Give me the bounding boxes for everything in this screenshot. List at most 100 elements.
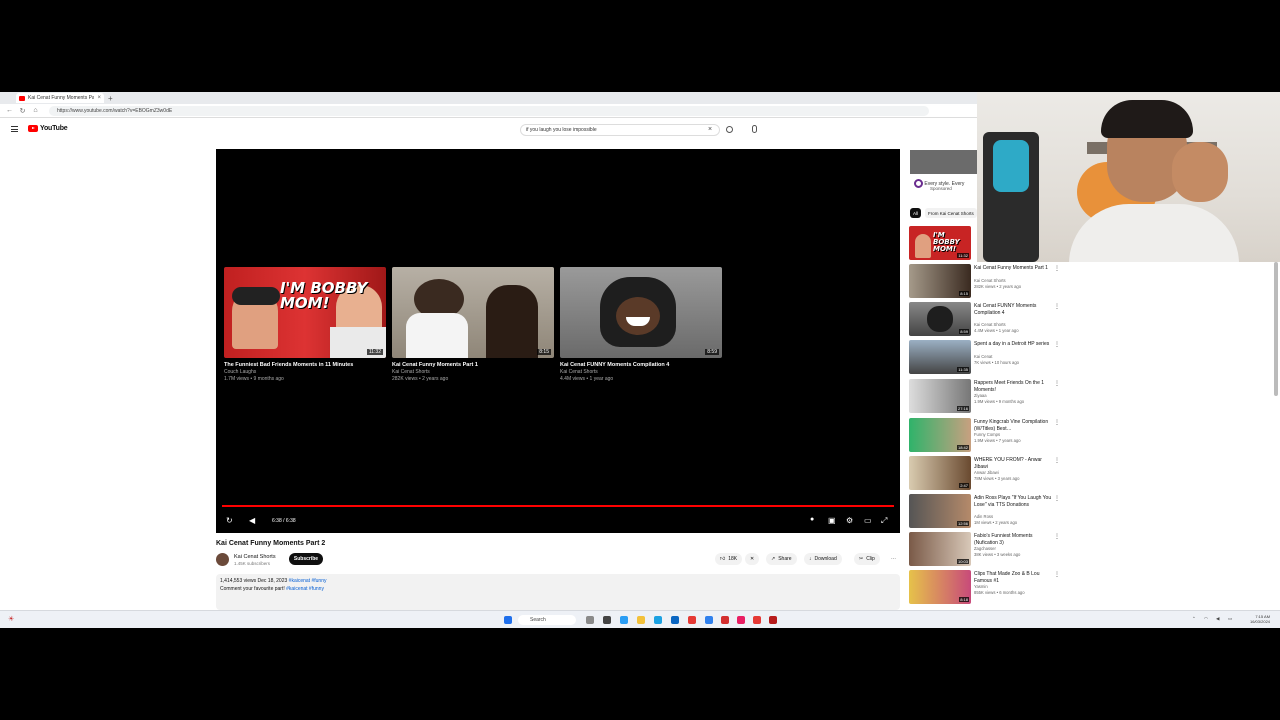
endscreen-meta: 1.7M views • 9 months ago xyxy=(224,376,284,382)
volume-icon[interactable]: ◀ xyxy=(249,516,255,525)
like-button[interactable]: 👍︎ 18K xyxy=(715,553,743,565)
tray-chevron-icon[interactable]: ⌃ xyxy=(1192,616,1196,622)
recommended-video[interactable]: 11:35 Spent a day in a Detroit HP series… xyxy=(909,340,1069,374)
browser-tab[interactable]: Kai Cenat Funny Moments Pa × xyxy=(16,93,104,103)
hashtags[interactable]: #kaicenat #funny xyxy=(286,586,324,592)
share-button[interactable]: ↗ Share xyxy=(766,553,797,565)
ad-info[interactable]: Every style. Every Sponsored xyxy=(914,179,964,191)
battery-icon[interactable]: ▭ xyxy=(1228,616,1232,622)
endscreen-video[interactable]: 8:59 Kai Cenat FUNNY Moments Compilation… xyxy=(560,267,722,382)
widgets-icon[interactable] xyxy=(603,616,611,624)
clip-button[interactable]: ✂ Clip xyxy=(854,553,880,565)
download-button[interactable]: ↓ Download xyxy=(804,553,842,565)
description-box[interactable]: 1,414,553 views Dec 18, 2023 #kaicenat #… xyxy=(216,574,900,610)
more-vertical-icon[interactable]: ⋮ xyxy=(1054,341,1060,348)
recommended-channel: Funny Comps xyxy=(974,432,1001,437)
file-explorer-icon[interactable] xyxy=(637,616,645,624)
recommended-video[interactable]: 27:16 Rappers Meet Friends On the 1 Mome… xyxy=(909,379,1069,413)
endscreen-channel: Kai Cenat Shorts xyxy=(560,369,598,375)
back-icon[interactable]: ← xyxy=(6,107,13,114)
recommended-video[interactable]: 10:03 Fabio's Funniest Moments (Nuficati… xyxy=(909,532,1069,566)
discord-icon[interactable] xyxy=(705,616,713,624)
subscribe-button[interactable]: Subscribe xyxy=(289,553,323,565)
search-icon[interactable] xyxy=(726,126,733,133)
theater-mode-icon[interactable]: ▭ xyxy=(864,516,872,525)
recommended-video[interactable]: 8:59 Kai Cenat FUNNY Moments Compilation… xyxy=(909,302,1069,336)
more-vertical-icon[interactable]: ⋮ xyxy=(1054,380,1060,387)
microphone-icon[interactable] xyxy=(752,125,757,133)
progress-bar[interactable] xyxy=(222,505,894,507)
more-vertical-icon[interactable]: ⋮ xyxy=(1054,457,1060,464)
chip-all[interactable]: All xyxy=(910,208,922,218)
dislike-button[interactable]: ✕ xyxy=(745,553,760,565)
search-input[interactable]: if you laugh you lose impossible xyxy=(520,124,720,136)
endscreen-video[interactable]: I'M BOBBY MOM! 11:32 The Funniest Bad Fr… xyxy=(224,267,386,382)
subtitles-icon[interactable]: ▣ xyxy=(828,516,836,525)
youtube-logo[interactable]: YouTube xyxy=(28,125,68,132)
app-icon[interactable] xyxy=(721,616,729,624)
ad-banner[interactable] xyxy=(910,150,980,174)
endscreen-video[interactable]: 8:15 Kai Cenat Funny Moments Part 1 Kai … xyxy=(392,267,554,382)
speaker-icon[interactable]: ◀ xyxy=(1216,616,1219,622)
more-vertical-icon[interactable]: ⋮ xyxy=(1054,571,1060,578)
endscreen-thumbnail: 8:15 xyxy=(392,267,554,358)
youtube-app-icon[interactable] xyxy=(737,616,745,624)
app-icon[interactable] xyxy=(753,616,761,624)
recommended-video[interactable]: 8:18 Clips That Made Zoo & B Lou Famous … xyxy=(909,570,1069,604)
more-vertical-icon[interactable]: ⋮ xyxy=(1054,419,1060,426)
youtube-header: YouTube if you laugh you lose impossible… xyxy=(0,118,980,142)
endscreen-meta: 4.4M views • 1 year ago xyxy=(560,376,614,382)
youtube-play-icon xyxy=(28,125,38,132)
more-actions-button[interactable]: ⋯ xyxy=(886,553,901,565)
more-vertical-icon[interactable]: ⋮ xyxy=(1054,533,1060,540)
wifi-icon[interactable]: ◠ xyxy=(1204,616,1208,622)
store-icon[interactable] xyxy=(654,616,662,624)
recommended-video[interactable]: 8:15 Kai Cenat Funny Moments Part 1 Kai … xyxy=(909,264,1069,298)
recommended-video[interactable]: 12:56 Adin Ross Plays "If You Laugh You … xyxy=(909,494,1069,528)
page-scrollbar[interactable] xyxy=(1274,262,1278,396)
hashtags[interactable]: #kaicenat #funny xyxy=(289,578,327,584)
recommended-title: Kai Cenat FUNNY Moments Compilation 4 xyxy=(974,303,1037,316)
close-tab-icon[interactable]: × xyxy=(97,95,101,101)
app-icon[interactable] xyxy=(688,616,696,624)
taskbar: ☀ Search ⌃ ◠ ◀ ▭ 7:15 AM 16/03/2024 xyxy=(0,610,1280,628)
home-icon[interactable]: ⌂ xyxy=(32,107,39,114)
recommended-channel: Anwar Jibawi xyxy=(974,470,999,475)
clear-search-icon[interactable]: × xyxy=(708,126,712,133)
chrome-icon[interactable] xyxy=(769,616,777,624)
video-duration: 18:42 xyxy=(956,445,969,450)
more-vertical-icon[interactable]: ⋮ xyxy=(1054,265,1060,272)
settings-icon[interactable]: ⚙ xyxy=(846,516,853,525)
mail-icon[interactable] xyxy=(671,616,679,624)
taskbar-search[interactable]: Search xyxy=(518,615,576,625)
recommended-thumbnail: 11:35 xyxy=(909,340,971,374)
recommended-title: Adin Ross Plays "If You Laugh You Lose" … xyxy=(974,495,1052,508)
recommended-video[interactable]: 2:47 WHERE YOU FROM? - Anwar Jibawi Anwa… xyxy=(909,456,1069,490)
recommended-thumbnail: 8:18 xyxy=(909,570,971,604)
recommended-video[interactable]: 18:42 Funny Kingcrab Vine Compilation (W… xyxy=(909,418,1069,452)
recommended-thumbnail: I'M BOBBY MOM! 11:32 xyxy=(909,226,971,260)
autoplay-toggle-icon[interactable]: ● xyxy=(810,516,814,523)
weather-icon[interactable]: ☀ xyxy=(8,615,14,623)
chip-from-channel[interactable]: From Kai Cenat Shorts xyxy=(925,208,977,218)
video-duration: 8:15 xyxy=(537,349,551,355)
channel-name[interactable]: Kai Cenat Shorts xyxy=(234,554,276,560)
more-vertical-icon[interactable]: ⋮ xyxy=(1054,303,1060,310)
menu-icon[interactable] xyxy=(11,126,18,132)
video-title: Kai Cenat Funny Moments Part 2 xyxy=(216,540,326,547)
new-tab-icon[interactable]: + xyxy=(108,94,113,103)
video-duration: 11:35 xyxy=(957,367,969,372)
edge-icon[interactable] xyxy=(620,616,628,624)
more-vertical-icon[interactable]: ⋮ xyxy=(1054,495,1060,502)
fullscreen-icon[interactable]: ⤢ xyxy=(881,516,887,526)
url-field[interactable]: https://www.youtube.com/watch?v=EBOGmZ3w… xyxy=(49,105,929,116)
channel-avatar[interactable] xyxy=(216,553,229,566)
refresh-icon[interactable]: ↻ xyxy=(19,107,26,115)
clock[interactable]: 7:15 AM 16/03/2024 xyxy=(1250,614,1270,624)
start-icon[interactable] xyxy=(504,616,512,624)
video-duration: 11:32 xyxy=(366,349,383,355)
webcam-overlay xyxy=(977,92,1280,262)
task-view-icon[interactable] xyxy=(586,616,594,624)
video-player[interactable]: I'M BOBBY MOM! 11:32 The Funniest Bad Fr… xyxy=(216,149,900,533)
replay-icon[interactable]: ↻ xyxy=(226,516,233,525)
